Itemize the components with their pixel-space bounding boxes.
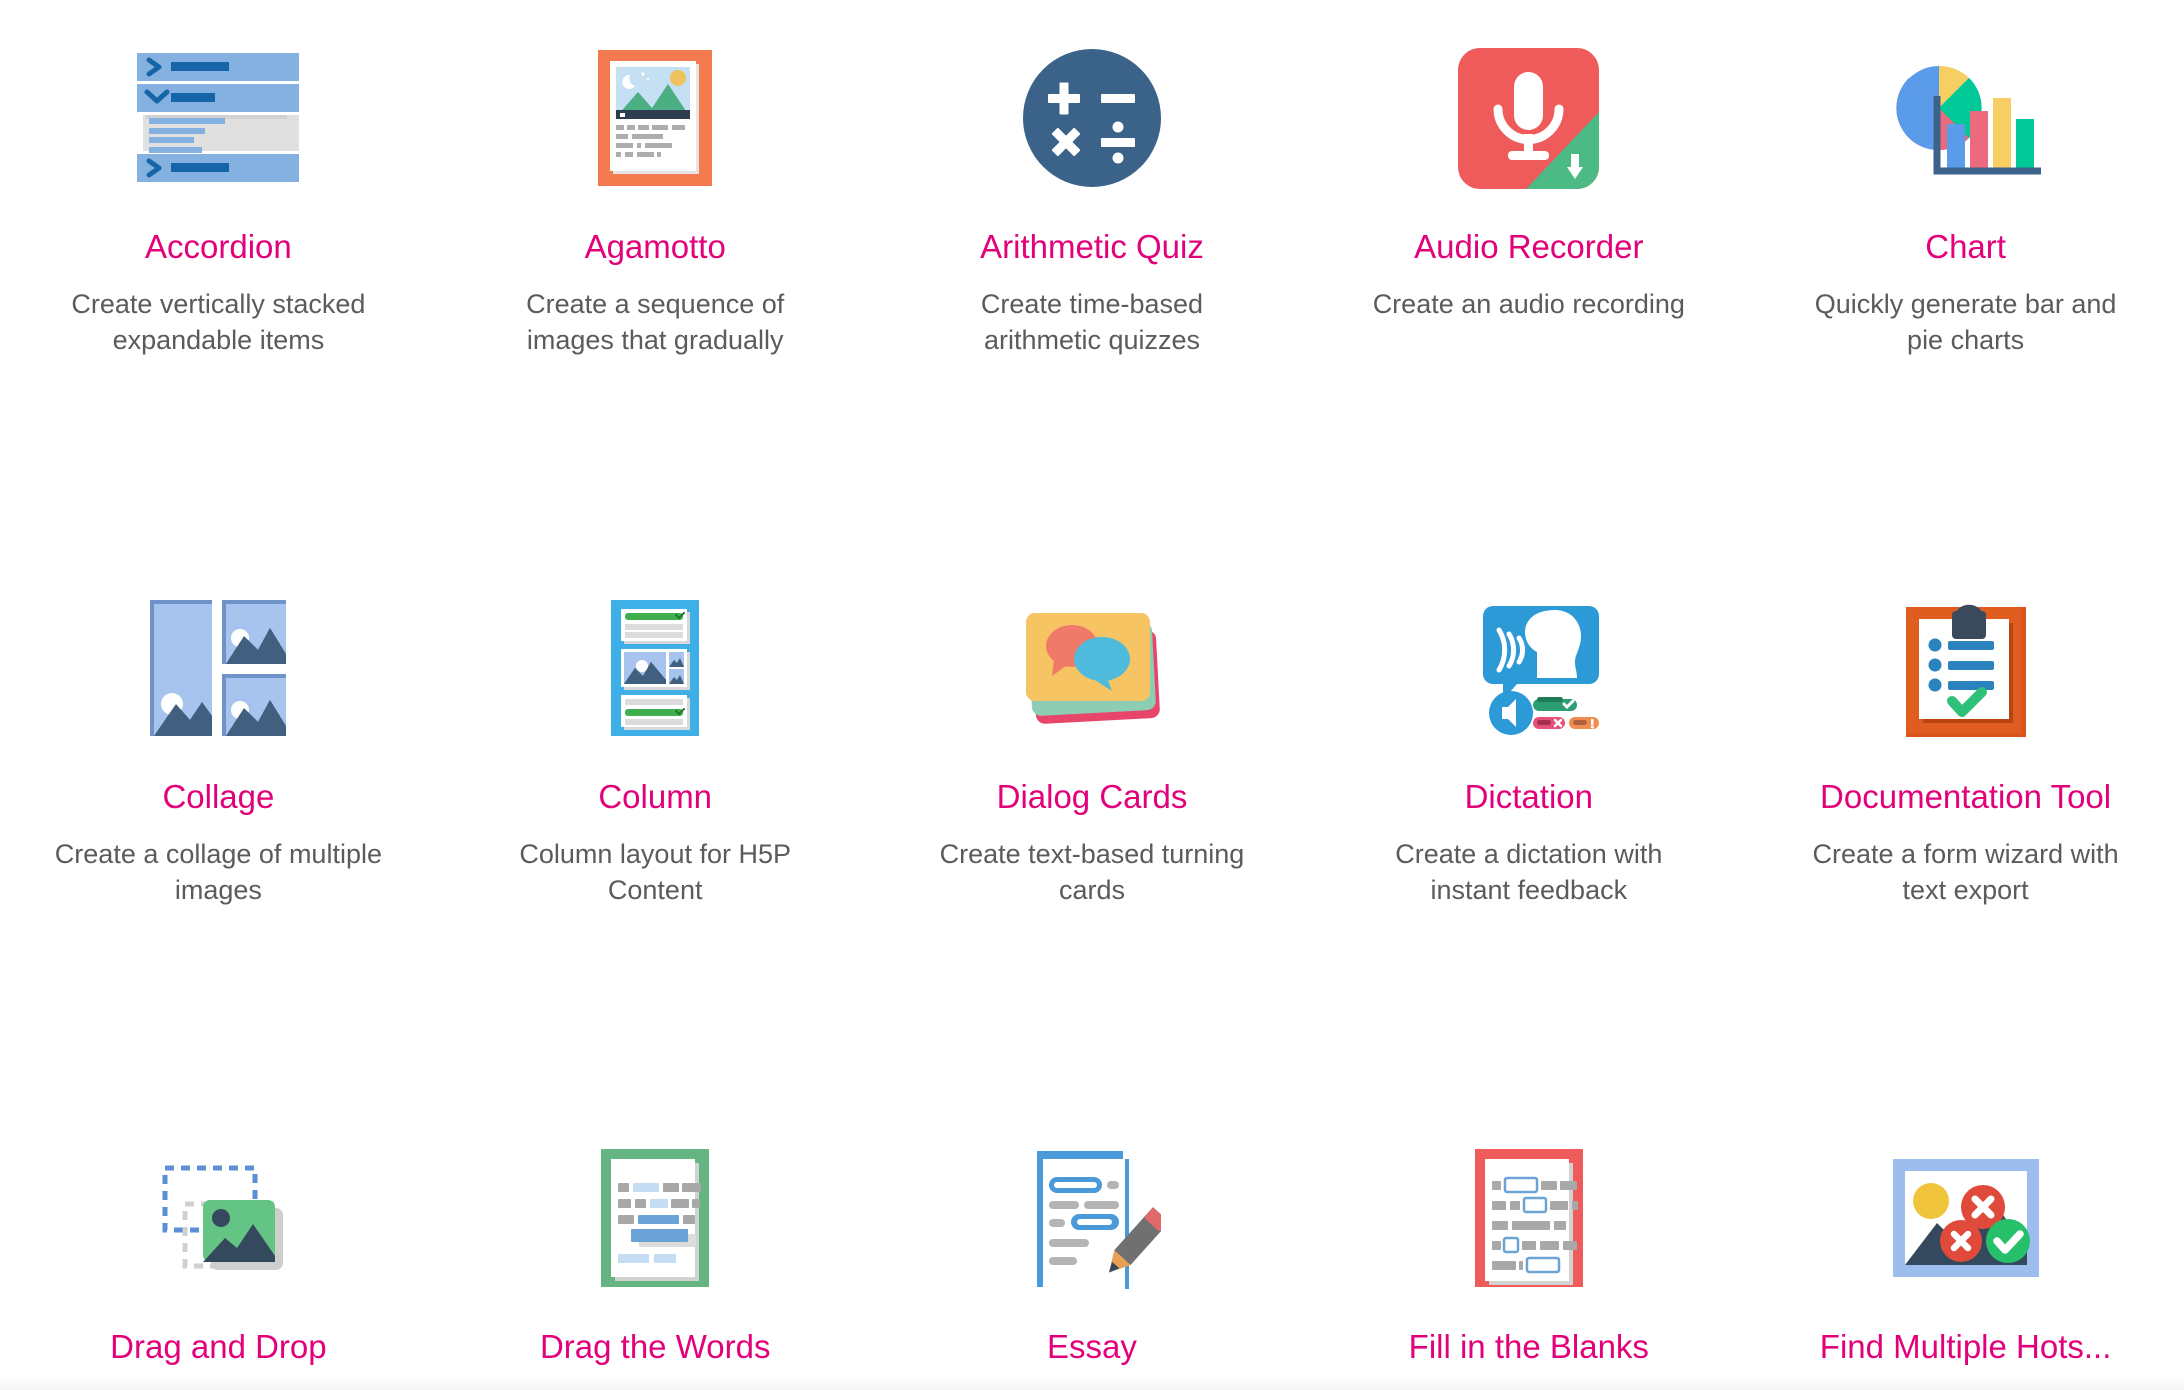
content-type-title[interactable]: Column — [598, 778, 712, 816]
content-type-title[interactable]: Documentation Tool — [1820, 778, 2111, 816]
content-type-description: Create a dictation with instant feedback — [1395, 838, 1663, 906]
content-type-card[interactable]: Chart Quickly generate bar and pie charts — [1747, 18, 2184, 568]
content-type-card[interactable]: Audio Recorder Create an audio recording — [1310, 18, 1747, 568]
content-type-card[interactable]: Drag the Words — [437, 1118, 874, 1390]
content-type-card[interactable]: Arithmetic Quiz Create time-based arithme… — [874, 18, 1311, 568]
content-type-title[interactable]: Essay — [1047, 1328, 1137, 1366]
arithmetic-quiz-icon — [992, 18, 1192, 218]
content-type-title[interactable]: Chart — [1925, 228, 2006, 266]
content-type-title[interactable]: Fill in the Blanks — [1409, 1328, 1649, 1366]
content-type-card[interactable]: Documentation Tool Create a form wizard w… — [1747, 568, 2184, 1118]
content-type-description: Create a form wizard with text export — [1812, 838, 2119, 906]
drag-the-words-icon — [555, 1118, 755, 1318]
content-type-title[interactable]: Drag and Drop — [110, 1328, 326, 1366]
column-icon — [555, 568, 755, 768]
dictation-icon — [1429, 568, 1629, 768]
content-type-description: Create a sequence of images that gradual… — [526, 288, 785, 356]
content-type-card[interactable]: Essay — [874, 1118, 1311, 1390]
content-type-description: Create text-based turning cards — [939, 838, 1245, 906]
content-type-description: Create an audio recording — [1372, 288, 1685, 319]
documentation-tool-icon — [1866, 568, 2066, 768]
content-type-title[interactable]: Find Multiple Hots... — [1820, 1328, 2112, 1366]
content-type-description: Create a collage of multiple images — [54, 838, 382, 906]
audio-recorder-icon — [1429, 18, 1629, 218]
content-type-card[interactable]: Collage Create a collage of multiple imag… — [0, 568, 437, 1118]
agamotto-icon — [555, 18, 755, 218]
chart-icon — [1866, 18, 2066, 218]
content-type-card[interactable]: Agamotto Create a sequence of images that… — [437, 18, 874, 568]
fill-in-the-blanks-icon — [1429, 1118, 1629, 1318]
content-type-title[interactable]: Accordion — [145, 228, 292, 266]
dialog-cards-icon — [992, 568, 1192, 768]
content-type-card[interactable]: Accordion Create vertically stacked expan… — [0, 18, 437, 568]
content-type-card[interactable]: Find Multiple Hots... — [1747, 1118, 2184, 1390]
content-type-card[interactable]: Dialog Cards Create text-based turning ca… — [874, 568, 1311, 1118]
content-type-description: Create time-based arithmetic quizzes — [980, 288, 1204, 356]
content-type-title[interactable]: Agamotto — [585, 228, 726, 266]
content-type-description: Create vertically stacked expandable ite… — [71, 288, 366, 356]
bottom-fade-divider — [0, 1376, 2184, 1390]
content-type-card[interactable]: Drag and Drop — [0, 1118, 437, 1390]
essay-icon — [992, 1118, 1192, 1318]
find-multiple-hotspots-icon — [1866, 1118, 2066, 1318]
accordion-icon — [118, 18, 318, 218]
content-type-title[interactable]: Drag the Words — [540, 1328, 770, 1366]
content-type-card[interactable]: Column Column layout for H5P Content — [437, 568, 874, 1118]
content-type-grid: Accordion Create vertically stacked expan… — [0, 0, 2184, 1390]
content-type-title[interactable]: Audio Recorder — [1414, 228, 1643, 266]
content-type-description: Quickly generate bar and pie charts — [1814, 288, 2117, 356]
content-type-description: Column layout for H5P Content — [519, 838, 791, 906]
content-type-card[interactable]: Dictation Create a dictation with instant… — [1310, 568, 1747, 1118]
content-type-title[interactable]: Dictation — [1465, 778, 1593, 816]
content-type-title[interactable]: Dialog Cards — [997, 778, 1188, 816]
drag-and-drop-icon — [118, 1118, 318, 1318]
content-type-title[interactable]: Collage — [162, 778, 274, 816]
content-type-title[interactable]: Arithmetic Quiz — [980, 228, 1204, 266]
content-type-card[interactable]: Fill in the Blanks — [1310, 1118, 1747, 1390]
collage-icon — [118, 568, 318, 768]
